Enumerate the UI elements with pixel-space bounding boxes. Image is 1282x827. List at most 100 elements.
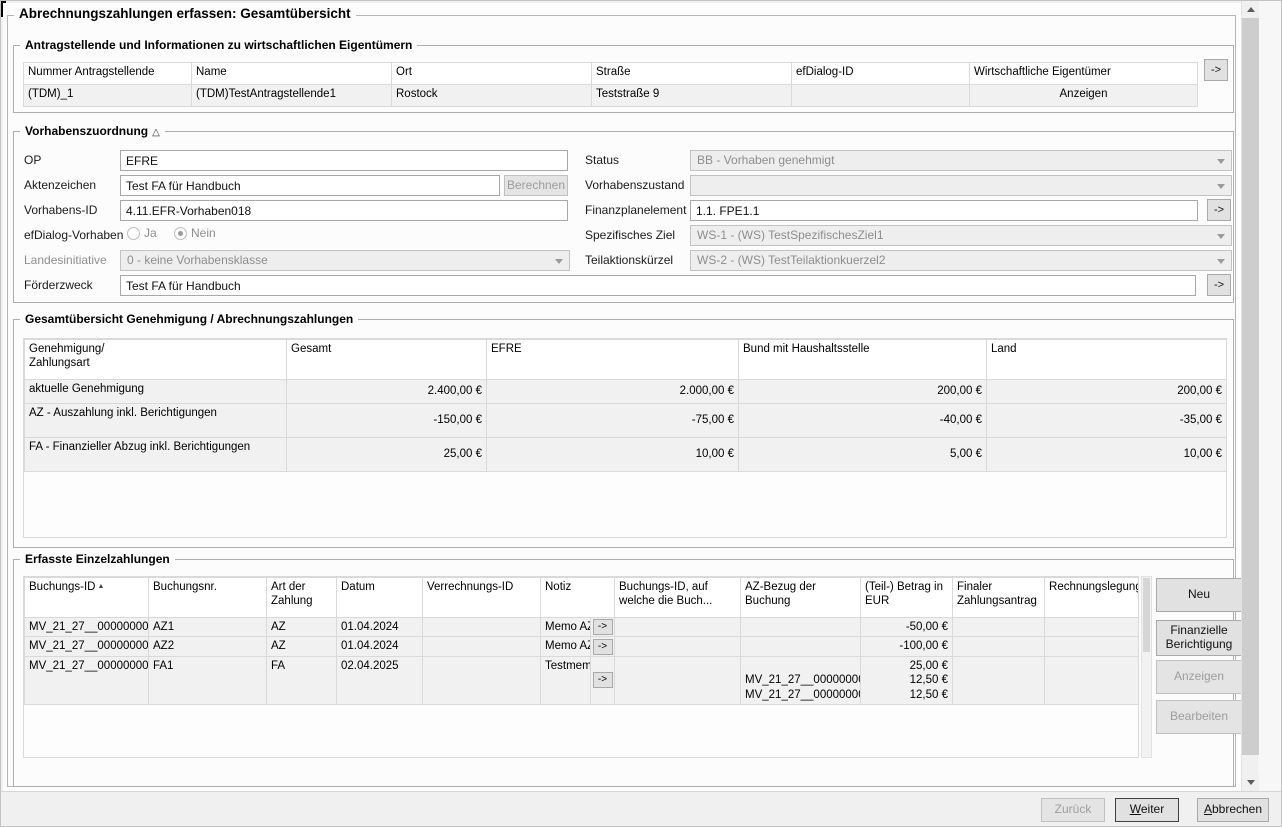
cell-verrechnungs-id: [423, 656, 541, 704]
column-header-name: Name: [192, 63, 392, 85]
spezifisches-ziel-select: WS-1 - (WS) TestSpezifischesZiel1: [690, 225, 1232, 246]
cell-datum: 01.04.2024: [337, 637, 423, 656]
column-header-nummer: Nummer Antragstellende: [24, 63, 192, 85]
column-header-efre: EFRE: [487, 340, 739, 380]
payment-row[interactable]: MV_21_27__0000000063 FA1 FA 02.04.2025 T…: [25, 656, 1139, 704]
cell-art: AZ: [267, 618, 337, 637]
vertical-scrollbar[interactable]: [1241, 1, 1258, 791]
finanzplanelement-detail-button[interactable]: ->: [1207, 199, 1231, 221]
cell-art: AZ: [267, 637, 337, 656]
cell-buchungsnr: AZ1: [149, 618, 267, 637]
right-gutter: [1258, 1, 1282, 791]
amount-efre: 2.000,00 €: [487, 380, 739, 404]
wirtschaftliche-eigentuemer-anzeigen-link[interactable]: Anzeigen: [970, 85, 1198, 107]
column-header-az-bezug[interactable]: AZ-Bezug der Buchung: [741, 578, 861, 618]
payments-table-container: Buchungs-ID▲ Buchungsnr. Art der Zahlung…: [23, 576, 1139, 758]
cell-verrechnungs-id: [423, 618, 541, 637]
cell-bezug-id: [615, 637, 741, 656]
payments-table: Buchungs-ID▲ Buchungsnr. Art der Zahlung…: [24, 577, 1139, 705]
vorhabens-id-input[interactable]: [120, 200, 568, 221]
note-detail-button[interactable]: ->: [593, 619, 613, 635]
payment-row[interactable]: MV_21_27__0000000055 AZ1 AZ 01.04.2024 M…: [25, 618, 1139, 637]
applicants-table: Nummer Antragstellende Name Ort Straße e…: [23, 62, 1198, 107]
efdialog-nein-radio: Nein: [174, 226, 216, 240]
foerderzweck-label: Förderzweck: [24, 278, 93, 292]
aktenzeichen-input[interactable]: [120, 175, 500, 196]
spezifisches-ziel-label: Spezifisches Ziel: [585, 228, 675, 242]
abbrechen-button[interactable]: Abbrechen: [1197, 798, 1269, 822]
project-assignment-title: Vorhabenszuordnung△: [20, 124, 165, 138]
column-header-zahlungsart: Genehmigung/ Zahlungsart: [25, 340, 287, 380]
amount-gesamt: 25,00 €: [287, 438, 487, 472]
landesinitiative-label: Landesinitiative: [24, 253, 107, 267]
column-header-efdialog-id: efDialog-ID: [792, 63, 970, 85]
chevron-down-icon: [1217, 234, 1225, 239]
approval-row: FA - Finanzieller Abzug inkl. Berichtigu…: [25, 438, 1227, 472]
teilaktionskuerzel-label: Teilaktionskürzel: [585, 253, 673, 267]
note-detail-button[interactable]: ->: [593, 639, 613, 655]
foerderzweck-input[interactable]: [120, 275, 1196, 296]
bearbeiten-button: Bearbeiten: [1156, 700, 1242, 734]
amount-efre: -75,00 €: [487, 404, 739, 438]
berechnen-button: Berechnen: [504, 175, 568, 196]
zurueck-button: Zurück: [1041, 798, 1105, 822]
scroll-down-button[interactable]: [1242, 774, 1259, 791]
cell-az-bezug: [741, 637, 861, 656]
column-header-notiz[interactable]: Notiz: [541, 578, 615, 618]
approval-table: Genehmigung/ Zahlungsart Gesamt EFRE Bun…: [24, 339, 1227, 472]
column-header-ort: Ort: [392, 63, 592, 85]
column-header-text: Buchungs-ID: [29, 581, 95, 593]
amount-land: 10,00 €: [987, 438, 1227, 472]
finanzplanelement-label: Finanzplanelement: [585, 203, 686, 217]
cell-datum: 02.04.2025: [337, 656, 423, 704]
column-header-buchungsnr[interactable]: Buchungsnr.: [149, 578, 267, 618]
neu-button[interactable]: Neu: [1156, 578, 1242, 612]
column-header-gesamt: Gesamt: [287, 340, 487, 380]
column-header-verrechnungs-id[interactable]: Verrechnungs-ID: [423, 578, 541, 618]
column-header-rechnungslegung[interactable]: Rechnungslegung: [1045, 578, 1139, 618]
column-header-bezug-id[interactable]: Buchungs-ID, auf welche die Buch...: [615, 578, 741, 618]
applicants-detail-button[interactable]: ->: [1204, 59, 1228, 81]
payment-row[interactable]: MV_21_27__0000000056 AZ2 AZ 01.04.2024 M…: [25, 637, 1139, 656]
row-label: AZ - Auszahlung inkl. Berichtigungen: [25, 404, 287, 438]
op-input[interactable]: [120, 150, 568, 171]
cell-buchungsnr: AZ2: [149, 637, 267, 656]
chevron-down-icon: [1217, 184, 1225, 189]
column-header-bund: Bund mit Haushaltsstelle: [739, 340, 987, 380]
scrollbar-thumb[interactable]: [1242, 18, 1259, 755]
radio-selected-icon: [174, 227, 187, 240]
cell-finaler-zahlungsantrag: [953, 656, 1045, 704]
payments-scrollbar[interactable]: [1141, 576, 1152, 758]
column-header-datum[interactable]: Datum: [337, 578, 423, 618]
column-header-betrag[interactable]: (Teil-) Betrag in EUR: [861, 578, 953, 618]
cell-bezug-id: [615, 656, 741, 704]
column-header-strasse: Straße: [592, 63, 792, 85]
applicants-row[interactable]: (TDM)_1 (TDM)TestAntragstellende1 Rostoc…: [24, 85, 1198, 107]
collapse-icon[interactable]: △: [152, 127, 160, 138]
amount-land: 200,00 €: [987, 380, 1227, 404]
approval-overview-title: Gesamtübersicht Genehmigung / Abrechnung…: [20, 312, 358, 326]
arrow-up-icon: [1247, 7, 1255, 12]
cell-rechnungslegung: [1045, 618, 1139, 637]
weiter-button[interactable]: Weiter: [1115, 798, 1179, 822]
cell-art: FA: [267, 656, 337, 704]
payments-scrollbar-thumb[interactable]: [1143, 578, 1150, 652]
weiter-button-label: Weiter: [1130, 803, 1164, 817]
finanzplanelement-input[interactable]: [690, 200, 1198, 221]
status-value: BB - Vorhaben genehmigt: [697, 153, 834, 167]
note-detail-button[interactable]: ->: [593, 672, 613, 688]
teilaktionskuerzel-select: WS-2 - (WS) TestTeilaktionkuerzel2: [690, 250, 1232, 271]
foerderzweck-detail-button[interactable]: ->: [1207, 274, 1231, 296]
finanzielle-berichtigung-button[interactable]: Finanzielle Berichtigung: [1156, 620, 1242, 656]
cell-buchungs-id: MV_21_27__0000000055: [25, 618, 149, 637]
approval-row: aktuelle Genehmigung 2.400,00 € 2.000,00…: [25, 380, 1227, 404]
column-header-art[interactable]: Art der Zahlung: [267, 578, 337, 618]
column-header-wirtschaftliche-eigentuemer: Wirtschaftliche Eigentümer: [970, 63, 1198, 85]
row-label: aktuelle Genehmigung: [25, 380, 287, 404]
scroll-up-button[interactable]: [1242, 1, 1259, 18]
amount-land: -35,00 €: [987, 404, 1227, 438]
column-header-buchungs-id[interactable]: Buchungs-ID▲: [25, 578, 149, 618]
column-header-finaler-zahlungsantrag[interactable]: Finaler Zahlungsantrag: [953, 578, 1045, 618]
cell-bezug-id: [615, 618, 741, 637]
cell-datum: 01.04.2024: [337, 618, 423, 637]
